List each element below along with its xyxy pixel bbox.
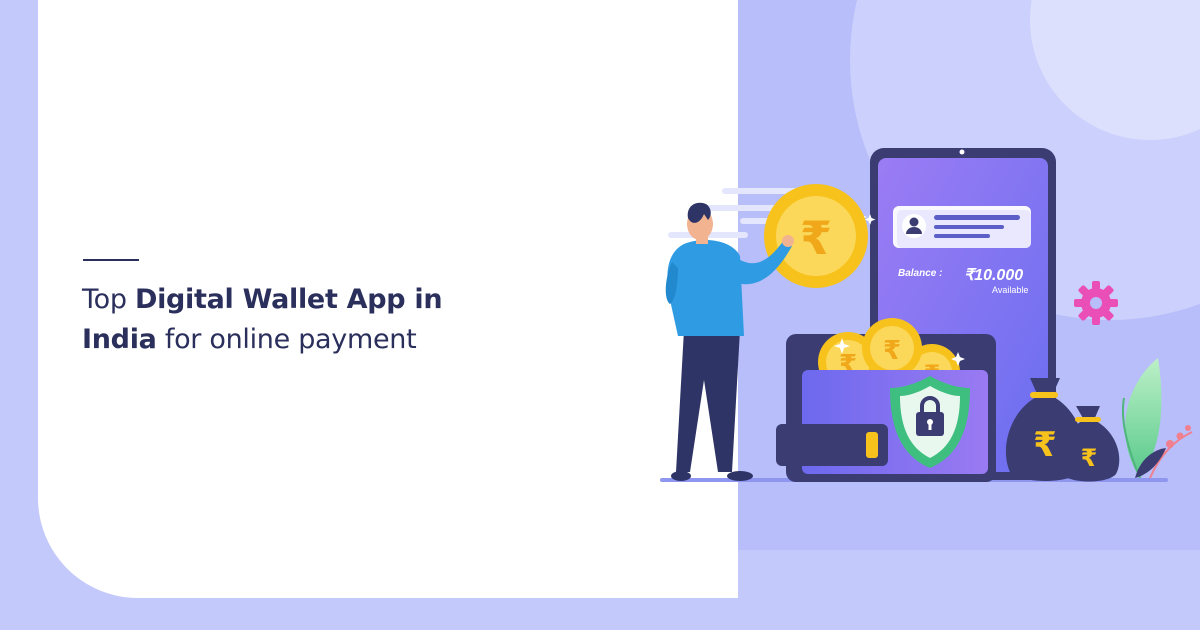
phone-camera [959,149,965,155]
plant [1121,358,1193,479]
gear-icon [1074,281,1118,325]
coin-rupee-icon: ₹ [800,211,832,265]
available-label: Available [992,285,1028,295]
balance-amount: ₹10.000 [964,267,1023,284]
wallet-illustration: Balance : ₹10.000 Available ₹ ₹ ₹ ₹ ₹ [660,148,1193,482]
profile-card [893,206,1031,248]
svg-text:₹: ₹ [883,336,901,366]
bag-rupee-icon: ₹ [1033,425,1057,465]
bag-rupee-icon-small: ₹ [1081,444,1098,472]
user-avatar-icon [909,217,919,227]
wallet-clasp [866,432,878,458]
held-coin: ₹ [764,184,868,288]
balance-label: Balance : [898,268,942,279]
